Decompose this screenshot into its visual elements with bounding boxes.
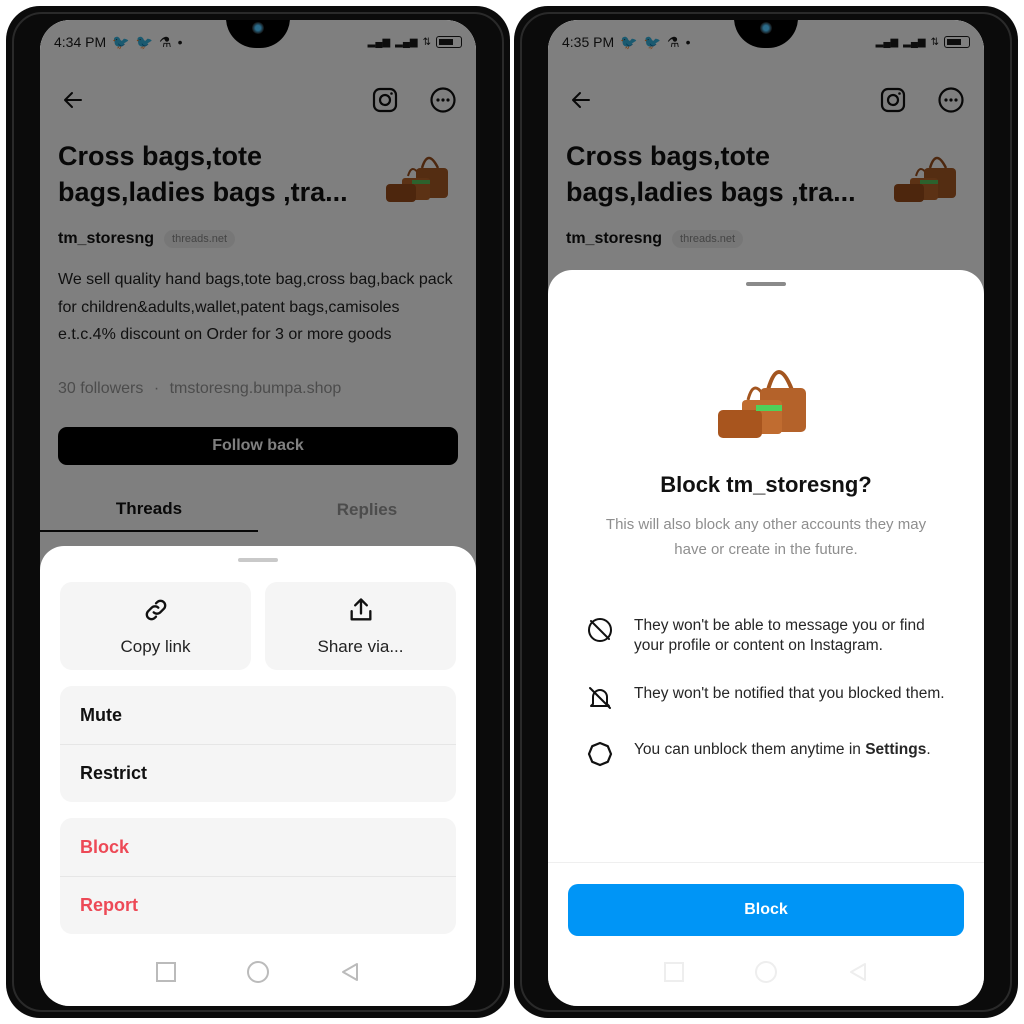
block-dialog-title: Block tm_storesng? bbox=[660, 472, 872, 497]
screen-right: 4:35 PM 🐦 🐦 ⚗ • ▂▄▆ ▂▄▆ ⇅ bbox=[548, 20, 984, 1006]
copy-link-button[interactable]: Copy link bbox=[60, 582, 251, 670]
menu-group-moderation: Mute Restrict bbox=[60, 686, 456, 802]
info-text-main: You can unblock them anytime in bbox=[634, 741, 866, 758]
info-item: You can unblock them anytime in Settings… bbox=[586, 740, 958, 768]
info-text: You can unblock them anytime in Settings… bbox=[634, 740, 931, 760]
divider bbox=[548, 862, 984, 863]
block-consequences-list: They won't be able to message you or fin… bbox=[586, 616, 958, 768]
recents-icon[interactable] bbox=[663, 961, 685, 988]
info-text-tail: . bbox=[926, 741, 931, 758]
block-dialog-subtitle: This will also block any other accounts … bbox=[605, 516, 927, 558]
system-nav-bar bbox=[548, 954, 984, 994]
report-option[interactable]: Report bbox=[60, 876, 456, 934]
recents-icon[interactable] bbox=[155, 961, 177, 988]
home-icon[interactable] bbox=[246, 960, 270, 989]
message-off-icon bbox=[586, 616, 614, 644]
home-icon[interactable] bbox=[754, 960, 778, 989]
share-via-label: Share via... bbox=[317, 636, 404, 656]
restrict-option[interactable]: Restrict bbox=[60, 744, 456, 802]
info-text: They won't be notified that you blocked … bbox=[634, 685, 945, 702]
phone-left: 4:34 PM 🐦 🐦 ⚗ • ▂▄▆ ▂▄▆ ⇅ bbox=[6, 6, 510, 1018]
block-confirmation-sheet: Block tm_storesng? This will also block … bbox=[548, 270, 984, 1006]
system-nav-bar bbox=[40, 954, 476, 994]
screen-left: 4:34 PM 🐦 🐦 ⚗ • ▂▄▆ ▂▄▆ ⇅ bbox=[40, 20, 476, 1006]
phone-right: 4:35 PM 🐦 🐦 ⚗ • ▂▄▆ ▂▄▆ ⇅ bbox=[514, 6, 1018, 1018]
share-icon bbox=[347, 596, 375, 629]
info-item: They won't be notified that you blocked … bbox=[586, 684, 958, 712]
mute-option[interactable]: Mute bbox=[60, 686, 456, 744]
info-text: They won't be able to message you or fin… bbox=[634, 617, 925, 654]
share-via-button[interactable]: Share via... bbox=[265, 582, 456, 670]
blocked-user-avatar bbox=[706, 340, 826, 460]
confirm-block-button[interactable]: Block bbox=[568, 884, 964, 936]
menu-group-danger: Block Report bbox=[60, 818, 456, 934]
bell-off-icon bbox=[586, 684, 614, 712]
settings-link[interactable]: Settings bbox=[865, 741, 926, 758]
block-option[interactable]: Block bbox=[60, 818, 456, 876]
back-icon[interactable] bbox=[847, 961, 869, 988]
options-bottom-sheet: Copy link Share via... Mute Restrict Blo… bbox=[40, 546, 476, 1006]
back-icon[interactable] bbox=[339, 961, 361, 988]
settings-gear-icon bbox=[586, 740, 614, 768]
copy-link-label: Copy link bbox=[120, 636, 191, 656]
sheet-grabber[interactable] bbox=[746, 282, 786, 286]
link-icon bbox=[142, 596, 170, 629]
info-item: They won't be able to message you or fin… bbox=[586, 616, 958, 656]
